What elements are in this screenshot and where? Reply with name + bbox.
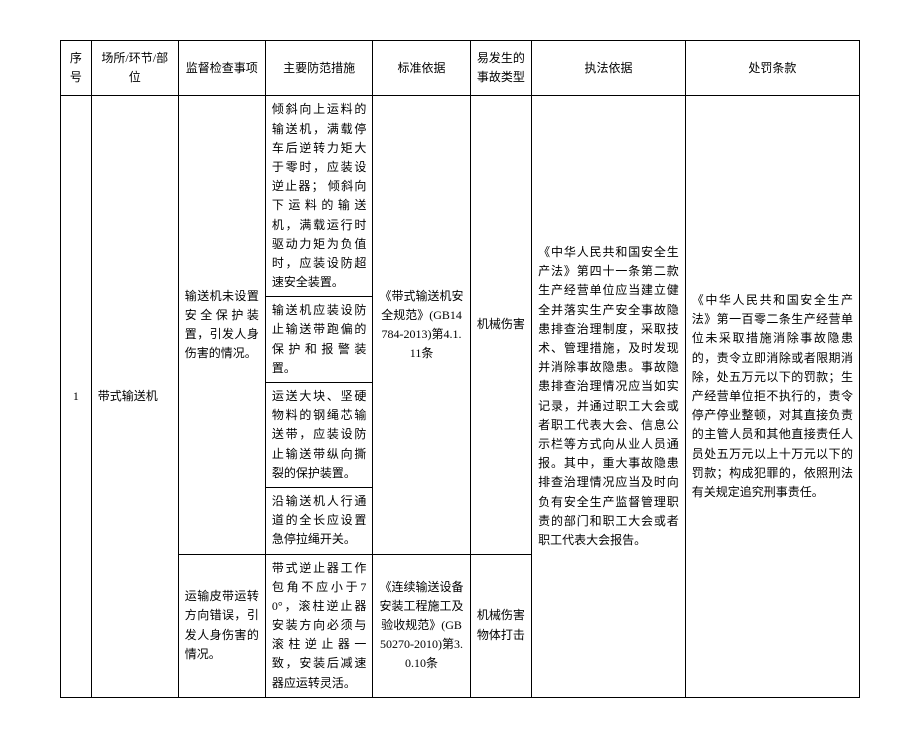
compliance-table: 序号 场所/环节/部位 监督检查事项 主要防范措施 标准依据 易发生的事故类型 … xyxy=(60,40,860,698)
cell-place: 带式输送机 xyxy=(91,96,178,697)
cell-seq: 1 xyxy=(61,96,92,697)
cell-standard-1: 《带式输送机安全规范》(GB14784-2013)第4.1.11条 xyxy=(373,96,470,554)
cell-accident-2: 机械伤害物体打击 xyxy=(470,554,531,697)
header-inspect: 监督检查事项 xyxy=(178,41,265,96)
header-law: 执法依据 xyxy=(532,41,686,96)
cell-measure-2: 输送机应装设防止输送带跑偏的保护和报警装置。 xyxy=(265,297,373,383)
cell-inspect-2: 运输皮带运转方向错误，引发人身伤害的情况。 xyxy=(178,554,265,697)
table-header-row: 序号 场所/环节/部位 监督检查事项 主要防范措施 标准依据 易发生的事故类型 … xyxy=(61,41,860,96)
cell-penalty: 《中华人民共和国安全生产法》第一百零二条生产经营单位未采取措施消除事故隐患的，责… xyxy=(685,96,859,697)
header-standard: 标准依据 xyxy=(373,41,470,96)
header-penalty: 处罚条款 xyxy=(685,41,859,96)
cell-measure-5: 带式逆止器工作包角不应小于70°，滚柱逆止器安装方向必须与滚柱逆止器一致，安装后… xyxy=(265,554,373,697)
cell-measure-4: 沿输送机人行通道的全长应设置急停拉绳开关。 xyxy=(265,487,373,554)
cell-accident-1: 机械伤害 xyxy=(470,96,531,554)
cell-law: 《中华人民共和国安全生产法》第四十一条第二款生产经营单位应当建立健全并落实生产安… xyxy=(532,96,686,697)
cell-measure-1: 倾斜向上运料的输送机，满载停车后逆转力矩大于零时，应装设逆止器； 倾斜向下运料的… xyxy=(265,96,373,297)
cell-inspect-1: 输送机未设置安全保护装置，引发人身伤害的情况。 xyxy=(178,96,265,554)
header-seq: 序号 xyxy=(61,41,92,96)
cell-measure-3: 运送大块、坚硬物料的钢绳芯输送带，应装设防止输送带纵向撕裂的保护装置。 xyxy=(265,383,373,488)
header-accident: 易发生的事故类型 xyxy=(470,41,531,96)
header-place: 场所/环节/部位 xyxy=(91,41,178,96)
header-measure: 主要防范措施 xyxy=(265,41,373,96)
cell-standard-2: 《连续输送设备安装工程施工及验收规范》(GB50270-2010)第3.0.10… xyxy=(373,554,470,697)
table-row: 1 带式输送机 输送机未设置安全保护装置，引发人身伤害的情况。 倾斜向上运料的输… xyxy=(61,96,860,297)
